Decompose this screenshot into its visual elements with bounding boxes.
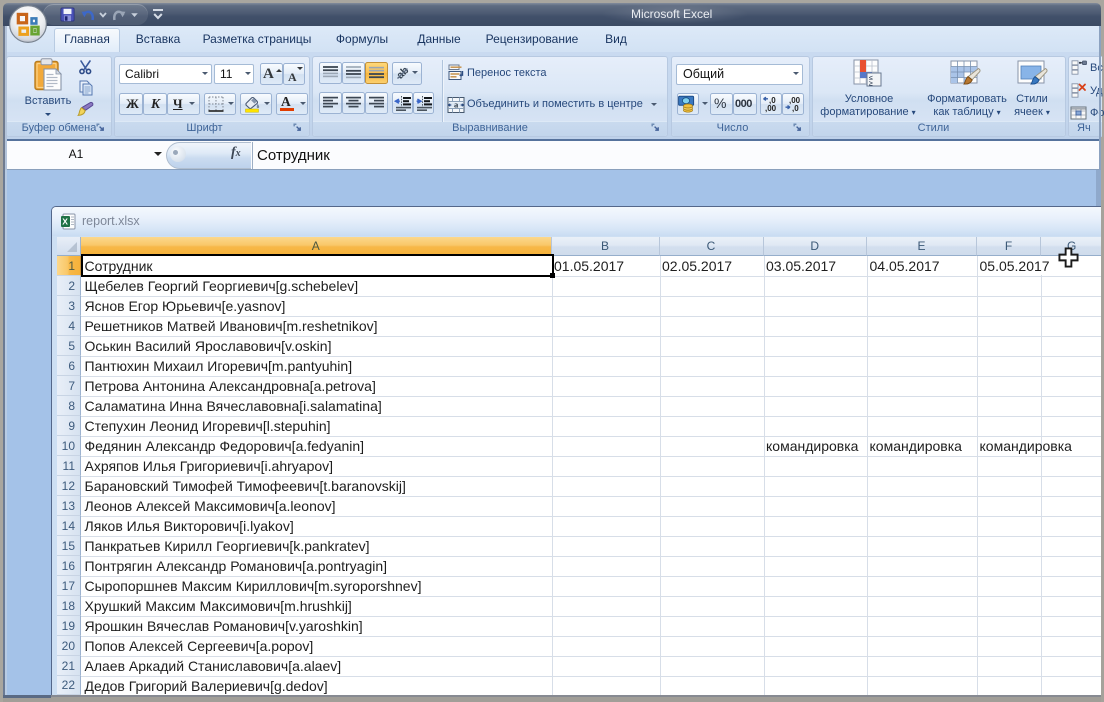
svg-text:X: X [62,217,68,227]
svg-text:,00: ,00 [765,104,777,113]
svg-text:≥: ≥ [869,81,873,88]
svg-text:,0: ,0 [792,104,799,113]
